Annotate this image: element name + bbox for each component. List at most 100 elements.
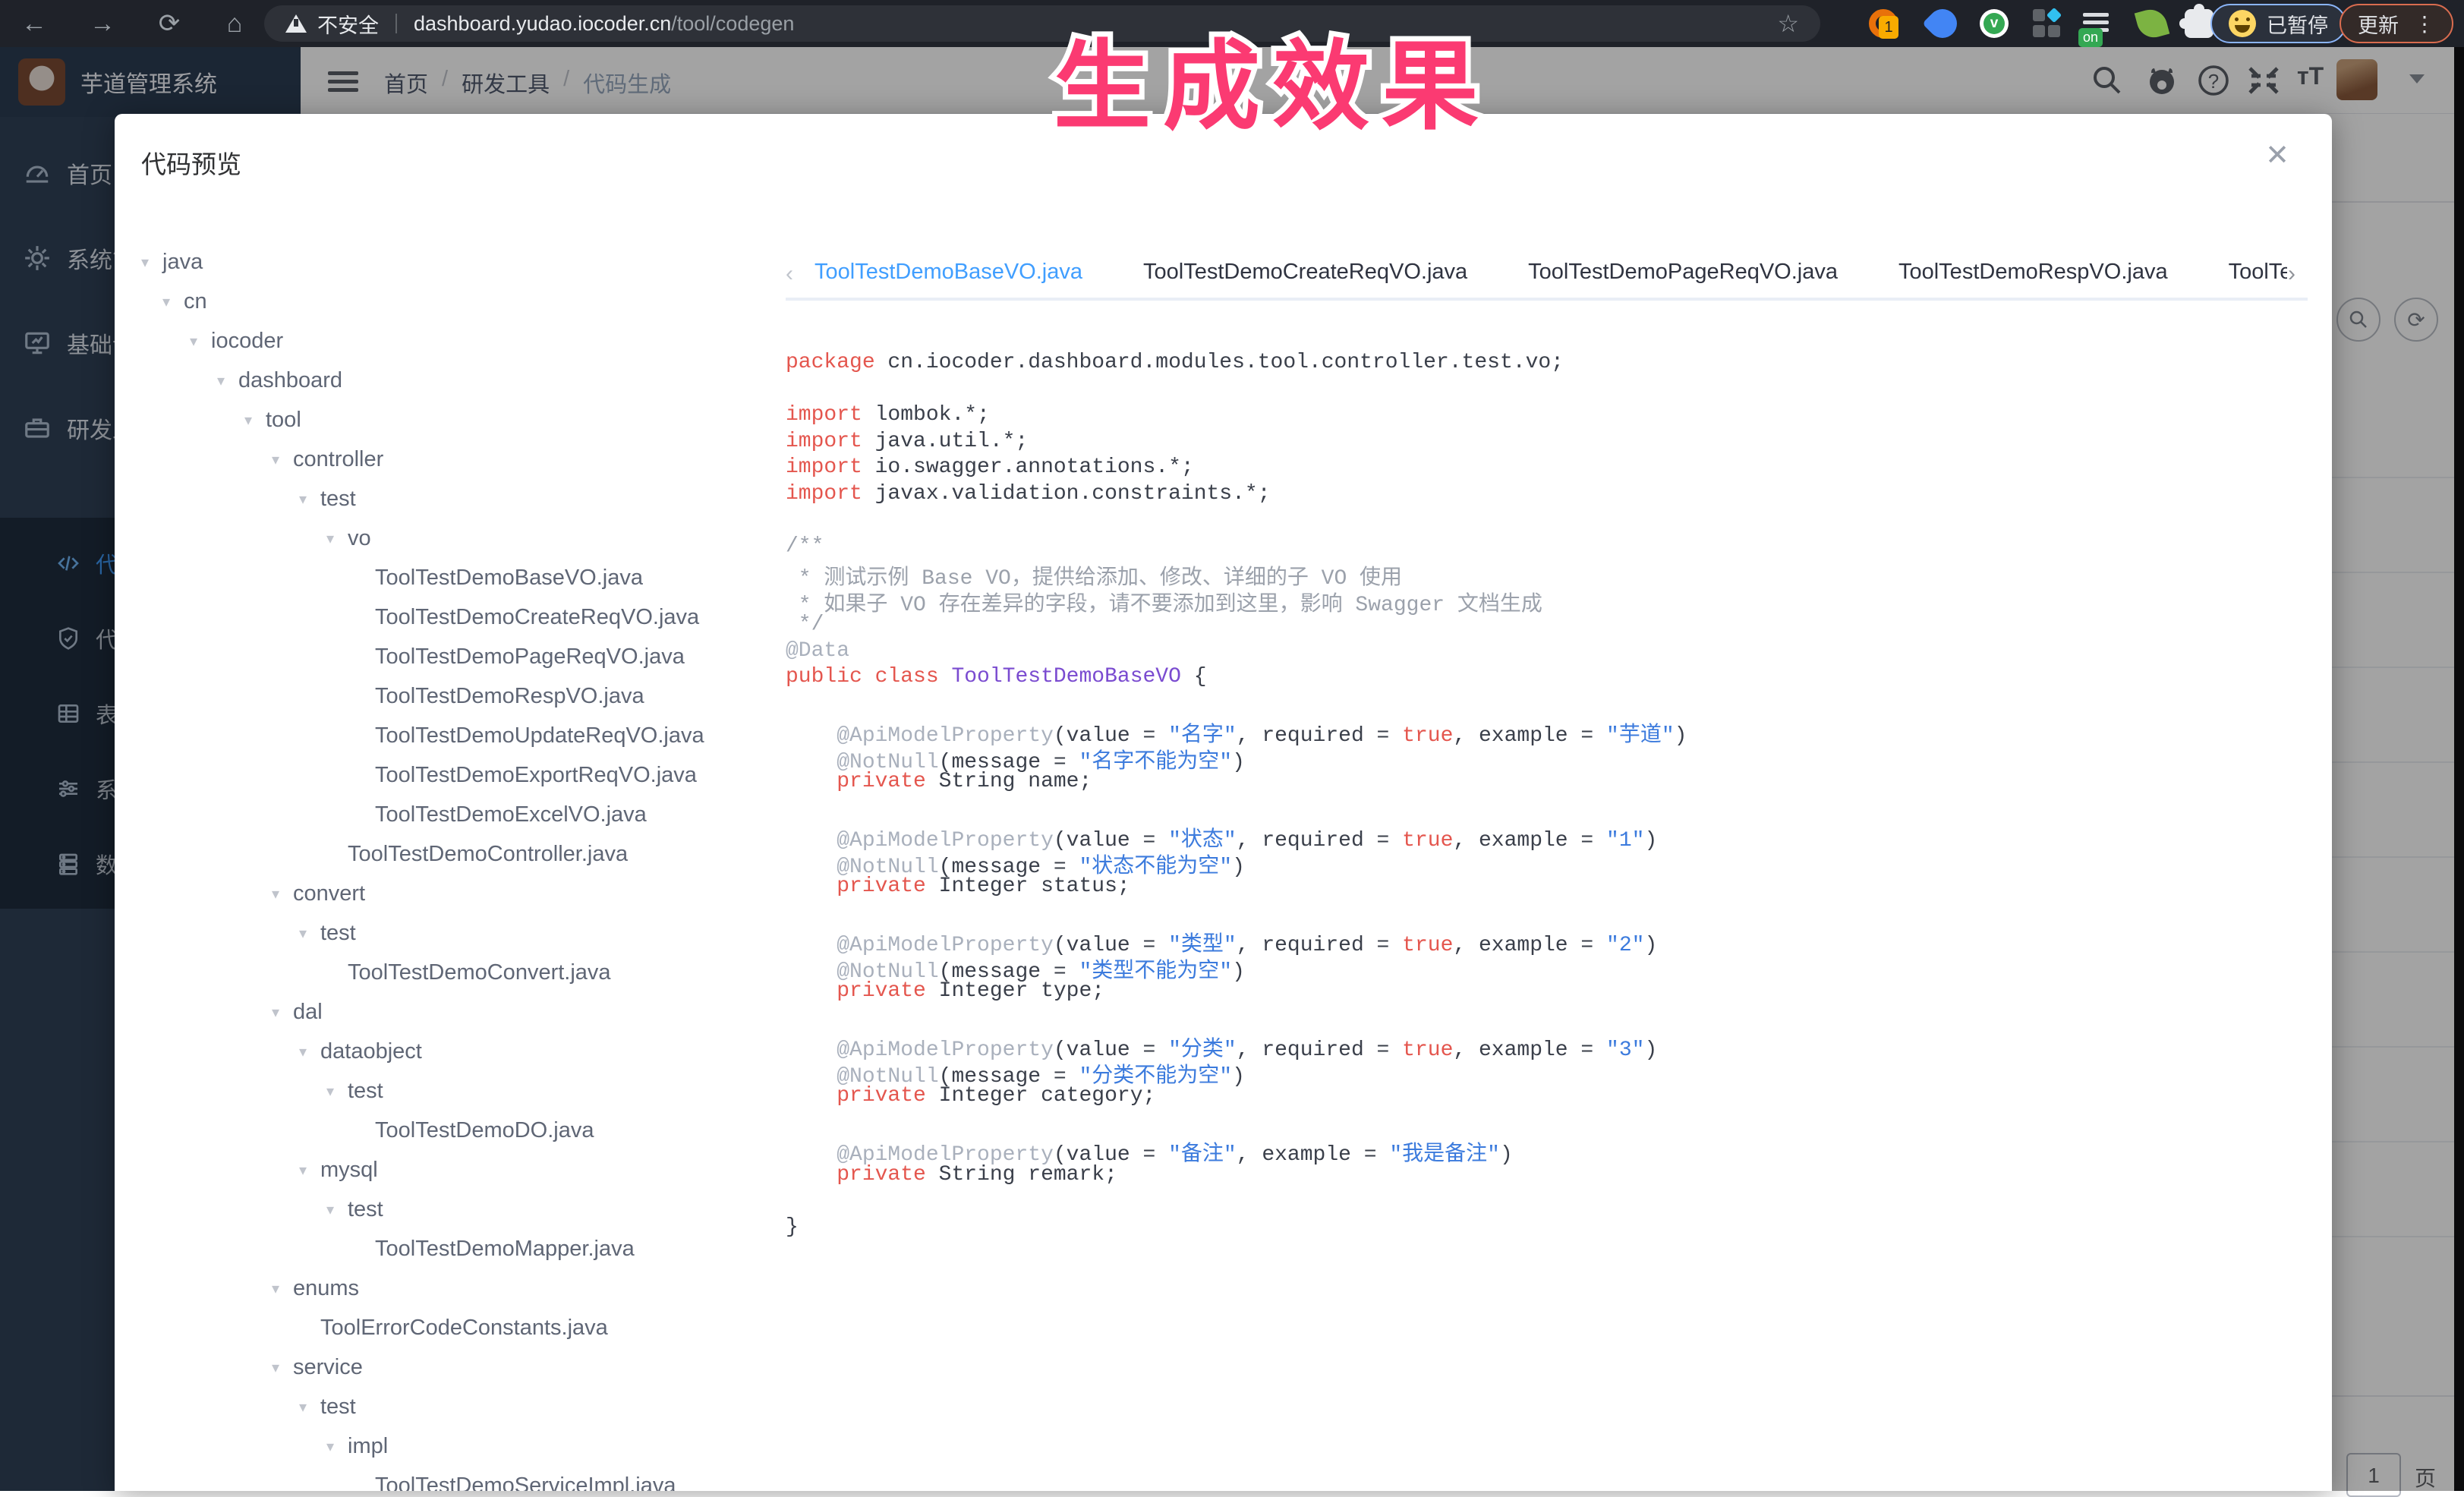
tree-label: test bbox=[320, 1394, 356, 1419]
caret-down-icon[interactable]: ▾ bbox=[272, 884, 293, 903]
caret-down-icon[interactable]: ▾ bbox=[299, 490, 320, 509]
tree-label: ToolTestDemoServiceImpl.java bbox=[375, 1473, 676, 1492]
caret-down-icon[interactable]: ▾ bbox=[299, 1161, 320, 1180]
tree-folder[interactable]: ▾ mysql bbox=[141, 1150, 786, 1190]
extension-badge: 1 bbox=[1879, 16, 1898, 39]
tree-folder[interactable]: ▾ vo bbox=[141, 518, 786, 558]
file-tab[interactable]: ToolTe bbox=[2229, 260, 2287, 289]
tree-label: cn bbox=[184, 288, 207, 314]
tree-folder[interactable]: ▾ dashboard bbox=[141, 361, 786, 400]
tree-folder[interactable]: ▾ convert bbox=[141, 874, 786, 913]
extensions-puzzle-icon[interactable] bbox=[2179, 4, 2214, 38]
tree-file[interactable]: ToolTestDemoPageReqVO.java bbox=[141, 637, 786, 676]
extension-grid-icon[interactable] bbox=[2033, 7, 2062, 38]
tree-folder[interactable]: ▾ impl bbox=[141, 1426, 786, 1466]
extension-list-on-icon[interactable]: on bbox=[2078, 9, 2112, 47]
tree-file[interactable]: ToolTestDemoExcelVO.java bbox=[141, 795, 786, 834]
tree-file[interactable]: ToolTestDemoRespVO.java bbox=[141, 676, 786, 716]
tree-folder[interactable]: ▾ test bbox=[141, 1190, 786, 1229]
code-line: package cn.iocoder.dashboard.modules.too… bbox=[786, 351, 1564, 374]
profile-emoji-icon bbox=[2229, 10, 2256, 37]
tree-file[interactable]: ToolTestDemoMapper.java bbox=[141, 1229, 786, 1269]
caret-down-icon[interactable]: ▾ bbox=[299, 924, 320, 943]
tree-file[interactable]: ToolTestDemoConvert.java bbox=[141, 953, 786, 992]
tree-folder[interactable]: ▾ test bbox=[141, 1071, 786, 1111]
tree-file[interactable]: ToolTestDemoDO.java bbox=[141, 1111, 786, 1150]
close-icon[interactable]: ✕ bbox=[2265, 141, 2289, 170]
caret-down-icon[interactable]: ▾ bbox=[190, 332, 211, 351]
extension-blue-drop-icon[interactable] bbox=[1922, 3, 1963, 44]
caret-down-icon[interactable]: ▾ bbox=[217, 371, 238, 390]
browser-home-icon[interactable]: ⌂ bbox=[211, 0, 258, 47]
caret-down-icon[interactable]: ▾ bbox=[326, 1437, 348, 1456]
file-tree: ▾ java ▾ cn ▾ iocoder ▾ dashboard ▾ tool ▾ controll… bbox=[141, 242, 786, 1492]
url-host: dashboard.yudao.iocoder.cn bbox=[414, 11, 672, 35]
tree-folder[interactable]: ▾ java bbox=[141, 242, 786, 282]
tree-file[interactable]: ToolTestDemoServiceImpl.java bbox=[141, 1466, 786, 1492]
update-label: 更新 bbox=[2358, 14, 2399, 37]
caret-down-icon[interactable]: ▾ bbox=[326, 1082, 348, 1101]
tree-file[interactable]: ToolTestDemoController.java bbox=[141, 834, 786, 874]
tree-label: iocoder bbox=[211, 328, 284, 353]
tree-label: impl bbox=[348, 1433, 389, 1458]
browser-reload-icon[interactable]: ⟳ bbox=[146, 0, 193, 47]
tree-folder[interactable]: ▾ tool bbox=[141, 400, 786, 440]
tree-folder[interactable]: ▾ enums bbox=[141, 1269, 786, 1308]
browser-forward-icon[interactable]: → bbox=[79, 0, 126, 47]
browser-update-button[interactable]: 更新 ⋮ bbox=[2340, 4, 2453, 43]
code-line: @ApiModelProperty(value = "分类", required… bbox=[837, 1038, 1658, 1062]
extension-leaf-icon[interactable] bbox=[2134, 5, 2170, 42]
tree-label: mysql bbox=[320, 1157, 378, 1182]
caret-down-icon[interactable]: ▾ bbox=[272, 1279, 293, 1298]
caret-down-icon[interactable]: ▾ bbox=[326, 1200, 348, 1219]
caret-down-icon[interactable]: ▾ bbox=[299, 1398, 320, 1417]
bookmark-star-icon[interactable]: ☆ bbox=[1777, 9, 1799, 38]
tree-label: test bbox=[320, 920, 356, 945]
code-line: private Integer category; bbox=[837, 1084, 1156, 1108]
tree-folder[interactable]: ▾ iocoder bbox=[141, 321, 786, 361]
tree-folder[interactable]: ▾ test bbox=[141, 479, 786, 518]
tabs-scroll-left-icon[interactable]: ‹ bbox=[786, 261, 805, 287]
file-tab[interactable]: ToolTestDemoRespVO.java bbox=[1898, 260, 2168, 289]
file-tab[interactable]: ToolTestDemoPageReqVO.java bbox=[1528, 260, 1838, 289]
tree-folder[interactable]: ▾ test bbox=[141, 913, 786, 953]
tree-file[interactable]: ToolTestDemoBaseVO.java bbox=[141, 558, 786, 597]
tabs-track bbox=[786, 298, 2308, 301]
file-tab[interactable]: ToolTestDemoCreateReqVO.java bbox=[1143, 260, 1467, 289]
tree-file[interactable]: ToolErrorCodeConstants.java bbox=[141, 1308, 786, 1347]
profile-paused-chip[interactable]: 已暂停 bbox=[2210, 4, 2346, 43]
caret-down-icon[interactable]: ▾ bbox=[272, 450, 293, 469]
browser-back-icon[interactable]: ← bbox=[11, 0, 58, 47]
tree-label: ToolTestDemoBaseVO.java bbox=[375, 565, 643, 590]
tree-folder[interactable]: ▾ controller bbox=[141, 440, 786, 479]
tree-label: java bbox=[162, 249, 203, 274]
caret-down-icon[interactable]: ▾ bbox=[272, 1003, 293, 1022]
address-bar[interactable]: 不安全 dashboard.yudao.iocoder.cn /tool/cod… bbox=[264, 5, 1820, 42]
tree-file[interactable]: ToolTestDemoCreateReqVO.java bbox=[141, 597, 786, 637]
tree-label: convert bbox=[293, 881, 366, 906]
tree-folder[interactable]: ▾ dataobject bbox=[141, 1032, 786, 1071]
caret-down-icon[interactable]: ▾ bbox=[299, 1042, 320, 1061]
caret-down-icon[interactable]: ▾ bbox=[162, 292, 184, 311]
tree-file[interactable]: ToolTestDemoUpdateReqVO.java bbox=[141, 716, 786, 755]
caret-down-icon[interactable]: ▾ bbox=[326, 529, 348, 548]
code-line: public class ToolTestDemoBaseVO { bbox=[786, 665, 1207, 689]
code-line: private String name; bbox=[837, 770, 1092, 793]
tabs-scroll-right-icon[interactable]: › bbox=[2288, 261, 2308, 287]
tree-label: ToolTestDemoMapper.java bbox=[375, 1236, 635, 1261]
browser-menu-icon[interactable]: ⋮ bbox=[2414, 11, 2435, 36]
caret-down-icon[interactable]: ▾ bbox=[244, 411, 266, 430]
file-tab[interactable]: ToolTestDemoBaseVO.java bbox=[815, 260, 1082, 289]
tree-folder[interactable]: ▾ cn bbox=[141, 282, 786, 321]
tree-folder[interactable]: ▾ dal bbox=[141, 992, 786, 1032]
caret-down-icon[interactable]: ▾ bbox=[141, 253, 162, 272]
caret-down-icon[interactable]: ▾ bbox=[272, 1358, 293, 1377]
extension-orange-icon[interactable]: 1 bbox=[1869, 9, 1898, 39]
tree-file[interactable]: ToolTestDemoExportReqVO.java bbox=[141, 755, 786, 795]
extension-green-circle-icon[interactable]: v bbox=[1980, 9, 2009, 38]
tree-folder[interactable]: ▾ test bbox=[141, 1387, 786, 1426]
tree-folder[interactable]: ▾ service bbox=[141, 1347, 786, 1387]
